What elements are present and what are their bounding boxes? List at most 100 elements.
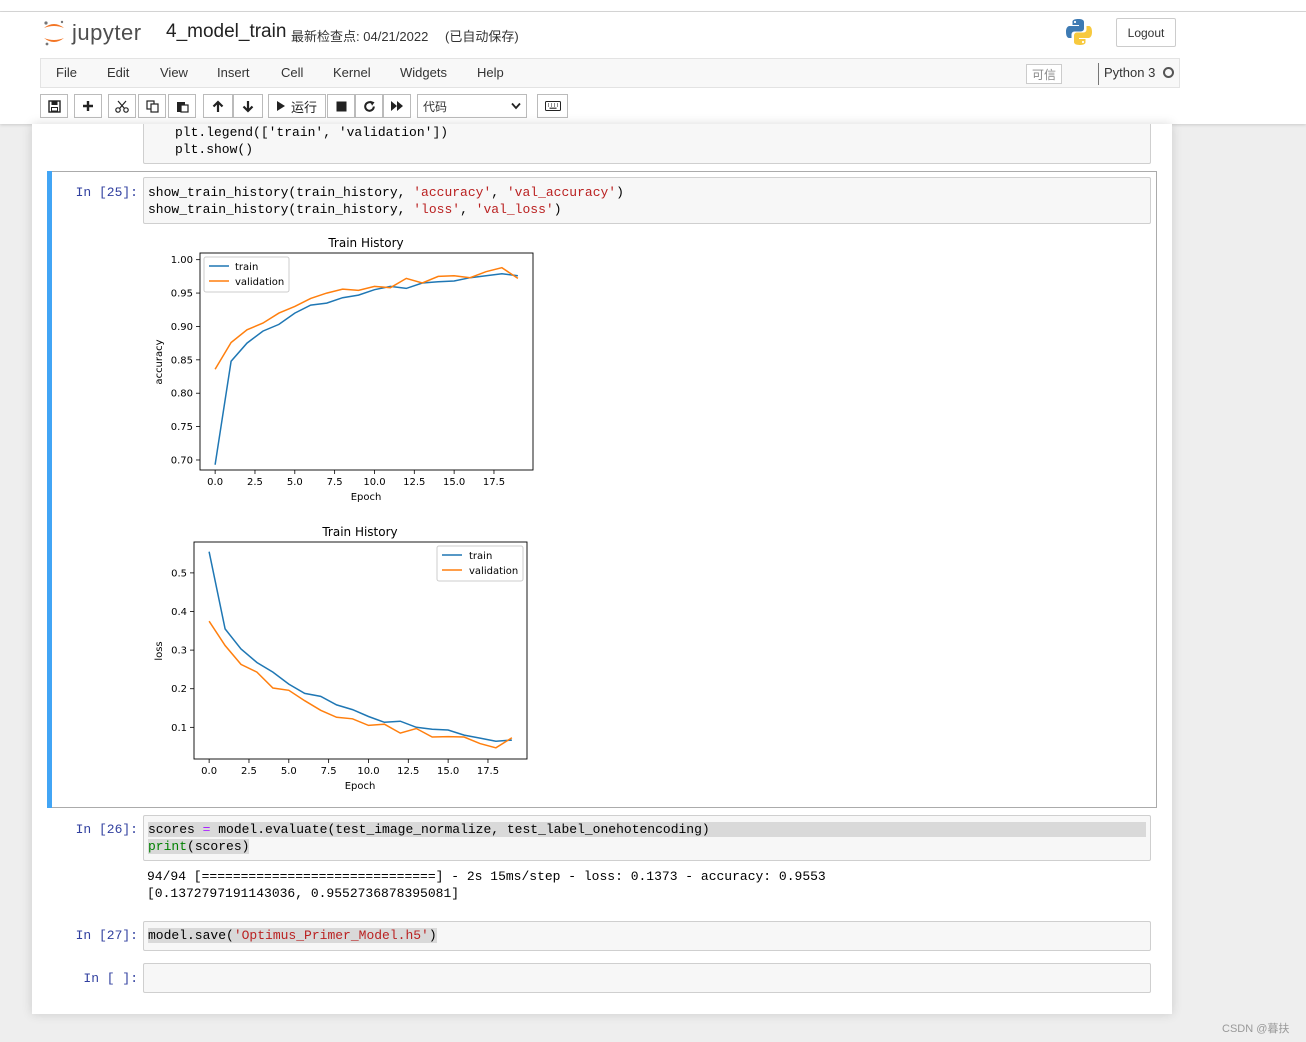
cell-26-input[interactable]: scores = model.evaluate(test_image_norma… xyxy=(143,815,1151,861)
paste-button[interactable] xyxy=(168,94,196,118)
accuracy-x-tick-label: 12.5 xyxy=(403,477,425,488)
cell-25-input[interactable]: show_train_history(train_history, 'accur… xyxy=(143,177,1151,224)
accuracy-x-tick-label: 17.5 xyxy=(483,477,505,488)
progress-bar: ============================== xyxy=(201,869,436,884)
accuracy-legend: train validation xyxy=(203,256,290,293)
command-palette-button[interactable] xyxy=(537,94,568,118)
cell-27-prompt: In [27]: xyxy=(75,928,138,943)
prev-code-line-1: plt.legend(['train', 'validation']) xyxy=(175,125,449,140)
accuracy-y-tick-label: 0.90 xyxy=(171,322,193,333)
notebook-name[interactable]: 4_model_train xyxy=(166,21,286,43)
copy-icon xyxy=(145,99,159,113)
logout-button[interactable]: Logout xyxy=(1116,18,1176,47)
checkpoint-label: 最新检查点: xyxy=(291,29,360,44)
loss-y-tick-label: 0.5 xyxy=(171,568,187,579)
loss-y-tick-label: 0.3 xyxy=(171,646,187,657)
menu-cell[interactable]: Cell xyxy=(281,65,303,80)
scissors-icon xyxy=(115,100,129,113)
cell-25-prompt: In [25]: xyxy=(75,185,138,200)
accuracy-legend-train: train xyxy=(235,262,258,273)
jupyter-logo-icon xyxy=(44,20,64,46)
loss-x-tick-label: 2.5 xyxy=(241,766,257,777)
cell-type-value: 代码 xyxy=(423,99,448,114)
prev-code-line-2: plt.show() xyxy=(175,142,254,157)
loss-x-tick-label: 10.0 xyxy=(357,766,379,777)
kernel-separator xyxy=(1098,63,1099,85)
checkpoint-date: 04/21/2022 xyxy=(363,29,429,44)
cut-button[interactable] xyxy=(108,94,136,118)
accuracy-y-tick-label: 0.75 xyxy=(171,422,193,433)
loss-x-tick-label: 0.0 xyxy=(201,766,217,777)
checkpoint-status: 最新检查点: 04/21/2022 xyxy=(291,26,428,45)
jupyter-logo[interactable]: jupyter xyxy=(42,17,142,49)
interrupt-button[interactable] xyxy=(327,94,355,118)
stop-icon xyxy=(336,101,346,111)
menu-help[interactable]: Help xyxy=(477,65,504,80)
cell-25-line-2: show_train_history(train_history, 'loss'… xyxy=(148,202,562,217)
cell-25-line-1: show_train_history(train_history, 'accur… xyxy=(148,185,624,200)
move-up-button[interactable] xyxy=(203,94,233,118)
kernel-idle-indicator-icon xyxy=(1163,67,1174,78)
arrow-up-icon xyxy=(212,99,224,112)
notebook-header: jupyter 4_model_train 最新检查点: 04/21/2022 … xyxy=(0,12,1306,124)
play-icon xyxy=(277,101,285,111)
accuracy-x-label: Epoch xyxy=(351,492,382,503)
trusted-badge[interactable]: 可信 xyxy=(1026,64,1062,84)
csdn-watermark: CSDN @暮扶 xyxy=(1222,1023,1290,1035)
menu-view[interactable]: View xyxy=(160,65,188,80)
restart-run-all-button[interactable] xyxy=(383,94,411,118)
loss-y-tick-label: 0.4 xyxy=(171,607,187,618)
menu-file[interactable]: File xyxy=(56,65,77,80)
chevron-down-icon xyxy=(511,102,521,110)
accuracy-y-tick-label: 0.85 xyxy=(171,355,193,366)
cell-26-line-2: print(scores) xyxy=(148,839,250,854)
menu-kernel[interactable]: Kernel xyxy=(333,65,371,80)
notebook-container: plt.legend(['train', 'validation']) plt.… xyxy=(32,124,1172,1014)
paste-icon xyxy=(176,101,189,113)
loss-legend: train validation xyxy=(436,545,524,582)
cell-26-output-progress: 94/94 [==============================] -… xyxy=(147,869,826,884)
cell-27-line-1: model.save('Optimus_Primer_Model.h5') xyxy=(148,928,437,943)
empty-cell-input[interactable] xyxy=(143,963,1151,993)
loss-legend-train: train xyxy=(469,551,492,562)
accuracy-x-tick-label: 10.0 xyxy=(363,477,385,488)
selected-cell-indicator xyxy=(47,171,52,808)
save-icon xyxy=(47,99,61,113)
accuracy-x-tick-label: 2.5 xyxy=(247,477,263,488)
browser-top-strip xyxy=(0,0,1306,12)
loss-x-tick-label: 15.0 xyxy=(437,766,459,777)
loss-y-tick-label: 0.1 xyxy=(171,723,187,734)
loss-y-label: loss xyxy=(154,641,165,660)
loss-legend-validation: validation xyxy=(469,566,518,577)
copy-button[interactable] xyxy=(138,94,166,118)
restart-button[interactable] xyxy=(355,94,383,118)
cell-26-output-scores: [0.1372797191143036, 0.9552736878395081] xyxy=(147,886,460,901)
menu-insert[interactable]: Insert xyxy=(217,65,250,80)
python-logo-icon xyxy=(1064,17,1094,52)
loss-y-tick-label: 0.2 xyxy=(171,684,187,695)
loss-x-tick-label: 5.0 xyxy=(281,766,297,777)
loss-x-tick-label: 7.5 xyxy=(321,766,337,777)
save-button[interactable] xyxy=(40,94,68,118)
keyboard-icon xyxy=(544,101,561,111)
accuracy-legend-validation: validation xyxy=(235,277,284,288)
accuracy-chart-title: Train History xyxy=(327,236,403,250)
accuracy-x-tick-label: 7.5 xyxy=(327,477,343,488)
move-down-button[interactable] xyxy=(233,94,263,118)
menu-widgets[interactable]: Widgets xyxy=(400,65,447,80)
accuracy-x-tick-label: 0.0 xyxy=(207,477,223,488)
prev-cell-input[interactable]: plt.legend(['train', 'validation']) plt.… xyxy=(143,124,1151,164)
accuracy-chart: Train History Epoch accuracy 0.0 2.5 5.0 7.… xyxy=(154,236,534,503)
cell-27-input[interactable]: model.save('Optimus_Primer_Model.h5') xyxy=(143,921,1151,951)
kernel-name: Python 3 xyxy=(1104,65,1156,80)
accuracy-y-label: accuracy xyxy=(154,339,165,384)
run-button[interactable]: 运行 xyxy=(268,94,326,118)
fast-forward-icon xyxy=(391,101,403,111)
insert-cell-button[interactable] xyxy=(74,94,102,118)
accuracy-y-tick-label: 0.80 xyxy=(171,389,193,400)
cell-type-select[interactable]: 代码 xyxy=(417,94,527,118)
menu-edit[interactable]: Edit xyxy=(107,65,129,80)
restart-icon xyxy=(363,100,375,112)
accuracy-x-tick-label: 15.0 xyxy=(443,477,465,488)
loss-x-tick-label: 12.5 xyxy=(397,766,419,777)
